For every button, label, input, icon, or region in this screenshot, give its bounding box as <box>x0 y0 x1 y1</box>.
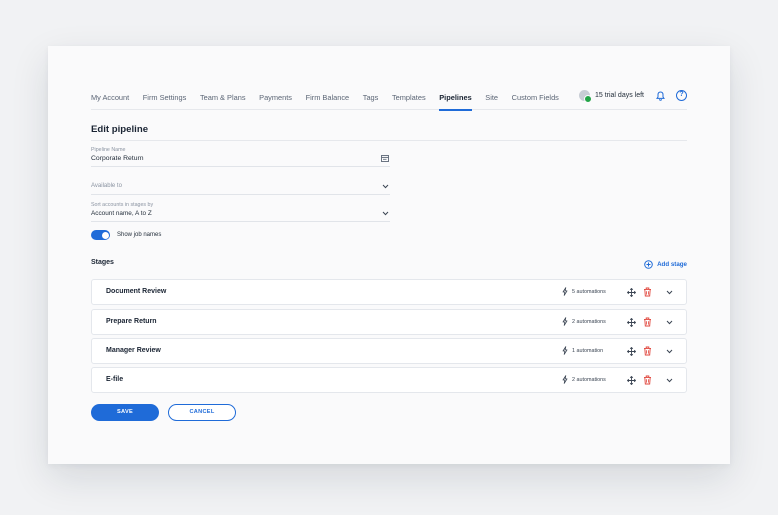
automation-icon <box>562 287 568 296</box>
chevron-down-icon[interactable] <box>666 320 673 325</box>
tab-tags[interactable]: Tags <box>363 93 379 110</box>
stage-name: E-file <box>106 376 124 383</box>
chevron-down-icon[interactable] <box>666 349 673 354</box>
trial-status-icon <box>578 90 592 103</box>
tab-firm-settings[interactable]: Firm Settings <box>143 93 187 110</box>
stage-row[interactable]: Manager Review 1 automation <box>91 338 687 364</box>
nav-right: 15 trial days left ? <box>578 90 687 103</box>
tab-pipelines[interactable]: Pipelines <box>439 93 473 111</box>
stage-automations[interactable]: 2 automations <box>562 317 606 326</box>
tab-site[interactable]: Site <box>485 93 498 110</box>
move-icon[interactable] <box>627 376 636 385</box>
automation-count: 5 automations <box>572 288 606 295</box>
trash-icon[interactable] <box>643 346 652 356</box>
chevron-down-icon[interactable] <box>666 290 673 295</box>
stage-automations[interactable]: 2 automations <box>562 375 606 384</box>
bell-icon[interactable] <box>656 90 665 101</box>
save-button[interactable]: SAVE <box>91 404 159 421</box>
stages-title: Stages <box>91 259 114 266</box>
trash-icon[interactable] <box>643 287 652 297</box>
automation-count: 1 automation <box>572 347 604 354</box>
stage-automations[interactable]: 1 automation <box>562 346 603 355</box>
move-icon[interactable] <box>627 318 636 327</box>
tab-custom-fields[interactable]: Custom Fields <box>512 93 559 110</box>
add-stage-button[interactable]: Add stage <box>644 260 687 269</box>
add-stage-label: Add stage <box>657 261 687 268</box>
sort-accounts-select[interactable]: Sort accounts in stages by Account name,… <box>91 202 390 222</box>
tab-templates[interactable]: Templates <box>392 93 426 110</box>
stage-row[interactable]: Document Review 5 automations <box>91 279 687 305</box>
chevron-down-icon[interactable] <box>382 184 389 189</box>
nav-tabs: My Account Firm Settings Team & Plans Pa… <box>91 93 572 111</box>
automation-icon <box>562 317 568 326</box>
tab-payments[interactable]: Payments <box>259 93 292 110</box>
stage-name: Manager Review <box>106 347 161 354</box>
trash-icon[interactable] <box>643 375 652 385</box>
stage-row[interactable]: Prepare Return 2 automations <box>91 309 687 335</box>
cancel-button[interactable]: CANCEL <box>168 404 236 421</box>
show-job-names-toggle[interactable] <box>91 230 110 240</box>
trash-icon[interactable] <box>643 317 652 327</box>
show-job-names-row: Show job names <box>91 230 161 240</box>
sort-accounts-value: Account name, A to Z <box>91 210 152 217</box>
stage-name: Prepare Return <box>106 318 157 325</box>
automation-icon <box>562 375 568 384</box>
sort-accounts-label: Sort accounts in stages by <box>91 202 154 208</box>
tab-team-plans[interactable]: Team & Plans <box>200 93 246 110</box>
pipeline-name-label: Pipeline Name <box>91 147 126 153</box>
tab-my-account[interactable]: My Account <box>91 93 129 110</box>
show-job-names-label: Show job names <box>117 232 162 238</box>
move-icon[interactable] <box>627 347 636 356</box>
trial-days-text[interactable]: 15 trial days left <box>595 92 644 99</box>
stage-name: Document Review <box>106 288 167 295</box>
stage-row[interactable]: E-file 2 automations <box>91 367 687 393</box>
pipeline-name-value: Corporate Return <box>91 155 144 162</box>
move-icon[interactable] <box>627 288 636 297</box>
pipeline-name-field[interactable]: Pipeline Name Corporate Return <box>91 147 390 167</box>
chevron-down-icon[interactable] <box>382 211 389 216</box>
automation-icon <box>562 346 568 355</box>
settings-nav: My Account Firm Settings Team & Plans Pa… <box>91 89 687 111</box>
automation-count: 2 automations <box>572 318 606 325</box>
plus-circle-icon <box>644 260 653 269</box>
template-icon[interactable] <box>381 155 389 162</box>
stage-automations[interactable]: 5 automations <box>562 287 606 296</box>
automation-count: 2 automations <box>572 376 606 383</box>
help-icon[interactable]: ? <box>676 90 687 101</box>
page-title: Edit pipeline <box>91 124 149 135</box>
settings-card: My Account Firm Settings Team & Plans Pa… <box>48 46 730 464</box>
available-to-placeholder: Available to <box>91 183 122 189</box>
tab-firm-balance[interactable]: Firm Balance <box>306 93 350 110</box>
chevron-down-icon[interactable] <box>666 378 673 383</box>
title-divider <box>91 140 687 141</box>
available-to-select[interactable]: Available to <box>91 180 390 195</box>
